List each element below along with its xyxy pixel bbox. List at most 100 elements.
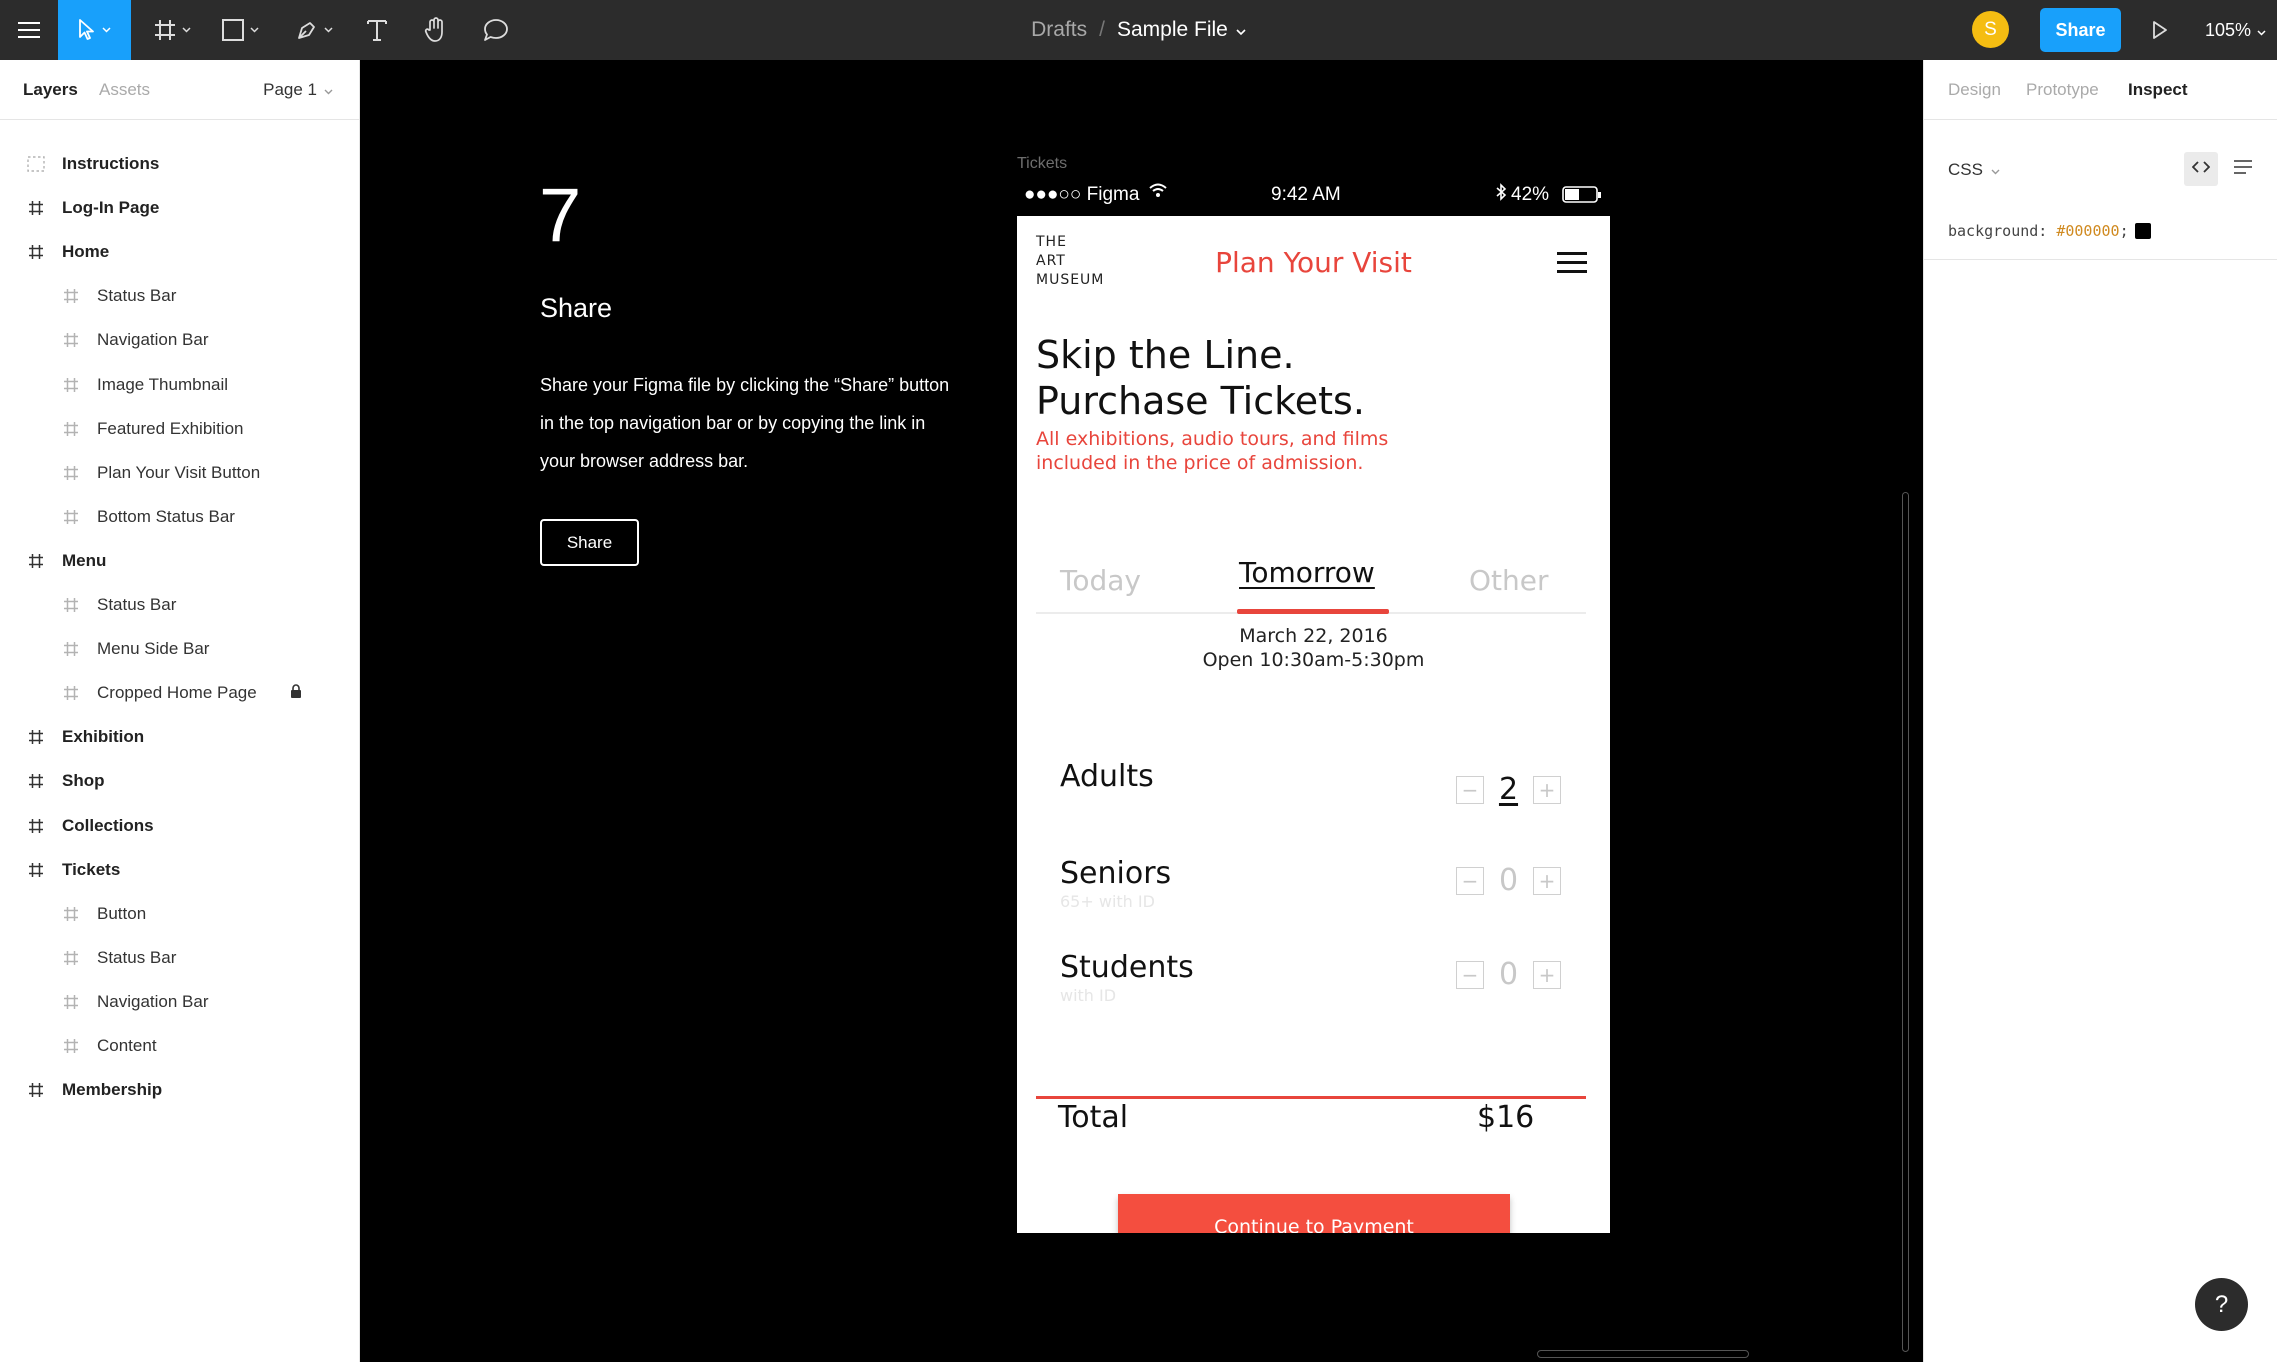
css-code-line[interactable]: background: #000000 ; [1948,222,2151,240]
layer-item[interactable]: Collections [0,804,360,848]
main-menu-button[interactable] [0,0,58,60]
chevron-down-icon [102,27,111,33]
layer-label: Shop [62,771,105,791]
layer-item[interactable]: Shop [0,759,360,803]
layer-item[interactable]: Exhibition [0,715,360,759]
frame-icon [61,419,81,439]
code-language-label: CSS [1948,160,1983,179]
layer-label: Status Bar [97,947,177,967]
subhead: All exhibitions, audio tours, and films … [1036,427,1388,475]
tab-assets[interactable]: Assets [99,80,150,100]
carrier-signal: ●●●○○ Figma [1024,184,1140,205]
headline-line: Purchase Tickets. [1036,379,1365,423]
battery-icon [1562,186,1602,210]
code-view-button[interactable] [2184,152,2218,186]
horizontal-scrollbar[interactable] [1537,1350,1749,1358]
adults-decrement-button[interactable]: − [1456,776,1484,804]
adults-stepper: − 2 + [1456,772,1561,807]
adults-increment-button[interactable]: + [1533,776,1561,804]
tab-layers[interactable]: Layers [23,80,78,100]
text-tool-button[interactable] [355,0,399,60]
layer-item[interactable]: Cropped Home Page [0,671,360,715]
layer-label: Cropped Home Page [97,683,257,703]
color-swatch [2134,223,2151,239]
chevron-down-icon [1236,18,1246,41]
layer-item[interactable]: Menu Side Bar [0,627,360,671]
frame-label[interactable]: Tickets [1017,155,1067,173]
tab-prototype[interactable]: Prototype [2026,80,2099,100]
layer-label: Button [97,903,147,923]
frame-icon [61,1036,81,1056]
page-select[interactable]: Page 1 [263,80,333,100]
layer-label: Featured Exhibition [97,418,244,438]
layer-label: Status Bar [97,286,177,306]
properties-tabs: Design Prototype Inspect [1924,60,2277,120]
file-name-dropdown[interactable]: Sample File [1117,18,1246,42]
breadcrumb-drafts[interactable]: Drafts [1031,18,1087,42]
pen-tool-button[interactable] [284,0,344,60]
seniors-decrement-button[interactable]: − [1456,867,1484,895]
seniors-increment-button[interactable]: + [1533,867,1561,895]
zoom-dropdown[interactable]: 105% [2205,0,2266,60]
move-tool-button[interactable] [58,0,131,60]
shape-tool-button[interactable] [210,0,270,60]
css-value: #000000 [2056,222,2120,240]
lock-icon[interactable] [290,683,302,703]
seniors-stepper: − 0 + [1456,863,1561,898]
layer-item[interactable]: Navigation Bar [0,318,360,362]
tab-today[interactable]: Today [1060,564,1141,597]
frame-icon [61,904,81,924]
seniors-quantity[interactable]: 0 [1484,863,1533,898]
layer-item[interactable]: Log-In Page [0,186,360,230]
chevron-down-icon [249,27,259,33]
layer-label: Navigation Bar [97,330,209,350]
layer-item[interactable]: Membership [0,1068,360,1112]
comment-tool-button[interactable] [474,0,518,60]
hamburger-menu-icon[interactable] [1557,252,1587,274]
tab-design[interactable]: Design [1948,80,2001,100]
layer-item[interactable]: Status Bar [0,936,360,980]
layer-item[interactable]: Navigation Bar [0,980,360,1024]
share-button[interactable]: Share [2040,8,2121,52]
present-button[interactable] [2138,0,2182,60]
section-divider [1924,259,2277,260]
code-language-select[interactable]: CSS [1948,160,2000,180]
layer-item[interactable]: Instructions [0,142,360,186]
layer-item[interactable]: Menu [0,539,360,583]
tab-tomorrow[interactable]: Tomorrow [1239,556,1375,589]
tickets-frame[interactable]: THE ART MUSEUM Plan Your Visit Skip the … [1017,216,1610,1233]
adults-quantity[interactable]: 2 [1484,772,1533,807]
frame-icon [26,860,46,880]
students-quantity[interactable]: 0 [1484,957,1533,992]
vertical-scrollbar[interactable] [1902,492,1909,1352]
tab-other[interactable]: Other [1469,564,1549,597]
ios-status-bar: ●●●○○ Figma 9:42 AM 42% [1017,180,1610,210]
layer-item[interactable]: Home [0,230,360,274]
total-label: Total [1058,1100,1129,1135]
hand-tool-button[interactable] [414,0,458,60]
frame-icon [26,551,46,571]
frame-tool-button[interactable] [142,0,202,60]
step-share-button[interactable]: Share [540,519,639,566]
layer-item[interactable]: Content [0,1024,360,1068]
layer-label: Instructions [62,154,160,173]
list-icon [2234,159,2252,179]
list-view-button[interactable] [2226,152,2260,186]
continue-to-payment-button[interactable]: Continue to Payment [1118,1194,1510,1233]
tab-inspect[interactable]: Inspect [2128,80,2188,100]
layer-item[interactable]: Image Thumbnail [0,363,360,407]
layer-item[interactable]: Tickets [0,848,360,892]
rectangle-tool-icon [221,19,244,41]
code-icon [2191,160,2211,179]
canvas[interactable]: 7 Share Share your Figma file by clickin… [361,60,1923,1362]
layer-item[interactable]: Status Bar [0,274,360,318]
layer-item[interactable]: Featured Exhibition [0,407,360,451]
layer-item[interactable]: Button [0,892,360,936]
students-increment-button[interactable]: + [1533,961,1561,989]
students-decrement-button[interactable]: − [1456,961,1484,989]
layer-item[interactable]: Bottom Status Bar [0,495,360,539]
layer-item[interactable]: Plan Your Visit Button [0,451,360,495]
user-avatar[interactable]: S [1972,11,2009,48]
layer-item[interactable]: Status Bar [0,583,360,627]
help-button[interactable]: ? [2195,1278,2248,1331]
